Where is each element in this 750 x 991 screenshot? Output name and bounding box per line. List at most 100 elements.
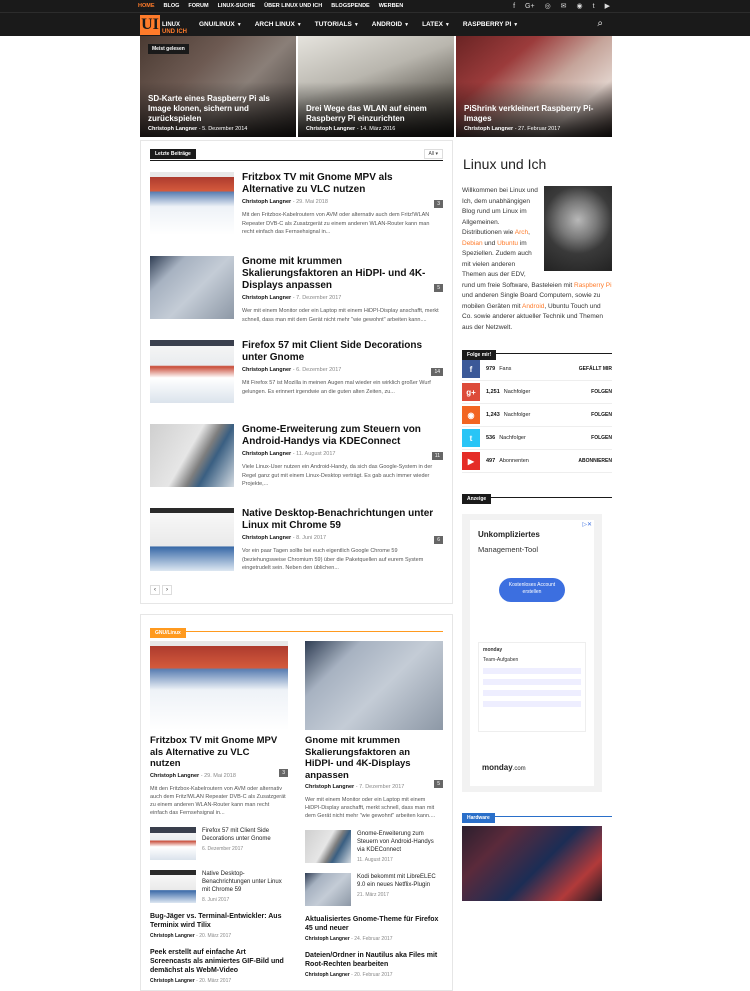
- subscribe-button[interactable]: ABONNIEREN: [578, 458, 612, 464]
- mail-icon[interactable]: ✉: [561, 2, 567, 10]
- post-author[interactable]: Christoph Langner: [150, 933, 195, 939]
- comment-count[interactable]: 5: [434, 284, 443, 292]
- hero-author[interactable]: Christoph Langner: [306, 126, 355, 132]
- social-row-twitter[interactable]: t 536 Nachfolger FOLGEN: [462, 427, 612, 450]
- toplink-linux-suche[interactable]: Linux-Suche: [218, 0, 256, 12]
- post-title[interactable]: Native Desktop-Benachrichtungen unter Li…: [242, 508, 443, 532]
- post-thumbnail[interactable]: [150, 508, 234, 571]
- hero-title[interactable]: Drei Wege das WLAN auf einem Raspberry P…: [306, 104, 448, 124]
- follow-button[interactable]: FOLGEN: [591, 435, 612, 441]
- nav-arch-linux[interactable]: Arch Linux ▼: [255, 21, 302, 28]
- post-author[interactable]: Christoph Langner: [150, 773, 199, 779]
- post-title[interactable]: Native Desktop-Benachrichtungen unter Li…: [202, 870, 288, 894]
- like-button[interactable]: GEFÄLLT MIR: [579, 366, 612, 372]
- hero-tile[interactable]: Meist gelesen SD-Karte eines Raspberry P…: [140, 36, 296, 137]
- list-item: Bug-Jäger vs. Terminal-Entwickler: Aus T…: [150, 912, 288, 939]
- post-author[interactable]: Christoph Langner: [242, 451, 291, 457]
- toplink-werben[interactable]: Werben: [379, 0, 403, 12]
- post-thumbnail[interactable]: [150, 172, 234, 235]
- nav-raspberry-pi[interactable]: Raspberry Pi ▼: [463, 21, 518, 28]
- search-icon[interactable]: ⌕: [597, 18, 603, 29]
- toplink-ueber[interactable]: Über Linux und Ich: [264, 0, 322, 12]
- post-author[interactable]: Christoph Langner: [305, 936, 350, 942]
- link-raspberry-pi[interactable]: Raspberry Pi: [574, 282, 612, 289]
- social-row-googleplus[interactable]: g+ 1,251 Nachfolger FOLGEN: [462, 381, 612, 404]
- post-author[interactable]: Christoph Langner: [242, 295, 291, 301]
- filter-dropdown[interactable]: All ▾: [423, 148, 443, 159]
- post-title[interactable]: Fritzbox TV mit Gnome MPV als Alternativ…: [150, 735, 288, 770]
- post-author[interactable]: Christoph Langner: [305, 972, 350, 978]
- link-debian[interactable]: Debian: [462, 240, 483, 247]
- social-row-rss[interactable]: ◉ 1,243 Nachfolger FOLGEN: [462, 404, 612, 427]
- post-title[interactable]: Firefox 57 mit Client Side Decorations u…: [202, 827, 288, 843]
- post-title[interactable]: Aktualisiertes Gnome-Theme für Firefox 4…: [305, 915, 443, 933]
- link-arch[interactable]: Arch: [515, 229, 528, 236]
- rss-icon[interactable]: ◉: [577, 2, 583, 10]
- hero-author[interactable]: Christoph Langner: [464, 126, 513, 132]
- post-thumbnail[interactable]: [150, 641, 288, 730]
- twitter-icon[interactable]: t: [593, 3, 595, 10]
- hero-tile[interactable]: Drei Wege das WLAN auf einem Raspberry P…: [298, 36, 454, 137]
- nav-gnu-linux[interactable]: GNU/Linux ▼: [199, 21, 242, 28]
- hero-author[interactable]: Christoph Langner: [148, 126, 197, 132]
- ad-cta-button[interactable]: Kostenloses Account erstellen: [499, 578, 565, 602]
- post-title[interactable]: Gnome-Erweiterung zum Steuern von Androi…: [357, 830, 443, 854]
- hardware-label[interactable]: Hardware: [462, 813, 495, 823]
- post-thumbnail[interactable]: [150, 256, 234, 319]
- post-title[interactable]: Kodi bekommt mit LibreELEC 9.0 ein neues…: [357, 873, 443, 889]
- nav-tutorials[interactable]: Tutorials ▼: [315, 21, 359, 28]
- github-icon[interactable]: ◎: [545, 2, 551, 10]
- toplink-blogspende[interactable]: Blogspende: [331, 0, 370, 12]
- post-title[interactable]: Gnome mit krummen Skalierungsfaktoren an…: [305, 735, 443, 781]
- post-thumbnail[interactable]: [150, 826, 196, 860]
- youtube-icon[interactable]: ▶: [605, 2, 610, 10]
- post-thumbnail[interactable]: [305, 873, 351, 906]
- link-ubuntu[interactable]: Ubuntu: [497, 240, 518, 247]
- post-thumbnail[interactable]: [150, 340, 234, 403]
- post-thumbnail[interactable]: [305, 641, 443, 730]
- post-author[interactable]: Christoph Langner: [242, 367, 291, 373]
- toplink-home[interactable]: Home: [138, 0, 155, 12]
- post-title[interactable]: Gnome-Erweiterung zum Steuern von Androi…: [242, 424, 443, 448]
- post-title[interactable]: Dateien/Ordner in Nautilus aka Files mit…: [305, 951, 443, 969]
- facebook-icon[interactable]: f: [513, 3, 515, 10]
- link-android[interactable]: Android: [522, 303, 544, 310]
- comment-count[interactable]: 5: [434, 780, 443, 788]
- hero-title[interactable]: SD-Karte eines Raspberry Pi als Image kl…: [148, 94, 290, 124]
- post-thumbnail[interactable]: [150, 424, 234, 487]
- ad-choices-icon[interactable]: ▷✕: [582, 521, 592, 528]
- comment-count[interactable]: 14: [431, 368, 443, 376]
- post-thumbnail[interactable]: [150, 869, 196, 903]
- follow-button[interactable]: FOLGEN: [591, 412, 612, 418]
- toplink-blog[interactable]: Blog: [164, 0, 180, 12]
- category-label[interactable]: GNU/Linux: [150, 628, 186, 638]
- social-row-youtube[interactable]: ▶ 497 Abonnenten ABONNIEREN: [462, 450, 612, 473]
- nav-latex[interactable]: LaTeX ▼: [422, 21, 450, 28]
- post-title[interactable]: Bug-Jäger vs. Terminal-Entwickler: Aus T…: [150, 912, 288, 930]
- chevron-right-icon[interactable]: ›: [162, 585, 172, 595]
- post-title[interactable]: Peek erstellt auf einfache Art Screencas…: [150, 948, 288, 975]
- nav-android[interactable]: Android ▼: [372, 21, 409, 28]
- post-author[interactable]: Christoph Langner: [305, 784, 354, 790]
- comment-count[interactable]: 3: [279, 768, 288, 777]
- toplink-forum[interactable]: Forum: [188, 0, 208, 12]
- post-title[interactable]: Firefox 57 mit Client Side Decorations u…: [242, 340, 443, 364]
- post-thumbnail[interactable]: [305, 830, 351, 863]
- google-plus-icon[interactable]: G+: [525, 3, 535, 10]
- social-row-facebook[interactable]: f 979 Fans GEFÄLLT MIR: [462, 358, 612, 381]
- advertisement[interactable]: ▷✕ Unkompliziertes Management-Tool Koste…: [462, 514, 602, 792]
- post-title[interactable]: Gnome mit krummen Skalierungsfaktoren an…: [242, 256, 443, 292]
- comment-count[interactable]: 6: [434, 536, 443, 544]
- comment-count[interactable]: 3: [434, 200, 443, 208]
- follow-button[interactable]: FOLGEN: [591, 389, 612, 395]
- hero-tile[interactable]: PiShrink verkleinert Raspberry Pi-Images…: [456, 36, 612, 137]
- hardware-post-image[interactable]: [462, 826, 602, 901]
- chevron-left-icon[interactable]: ‹: [150, 585, 160, 595]
- post-author[interactable]: Christoph Langner: [242, 535, 291, 541]
- post-author[interactable]: Christoph Langner: [150, 978, 195, 984]
- comment-count[interactable]: 11: [431, 452, 443, 460]
- site-logo[interactable]: UI Linux und Ich: [140, 13, 187, 36]
- post-title[interactable]: Fritzbox TV mit Gnome MPV als Alternativ…: [242, 172, 443, 196]
- hero-title[interactable]: PiShrink verkleinert Raspberry Pi-Images: [464, 104, 606, 124]
- post-author[interactable]: Christoph Langner: [242, 199, 291, 205]
